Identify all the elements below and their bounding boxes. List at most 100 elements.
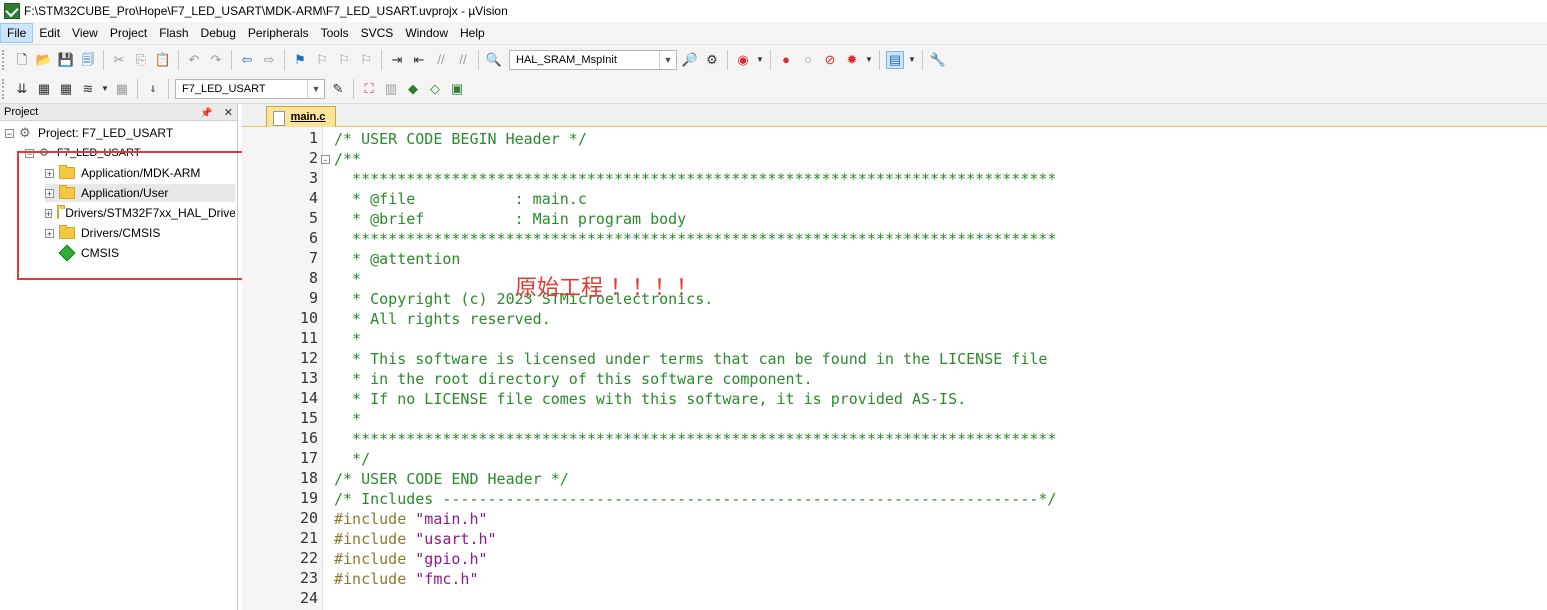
- save-all-icon[interactable]: 🗐: [79, 51, 97, 69]
- cut-icon[interactable]: ✂: [110, 51, 128, 69]
- code-line[interactable]: /* USER CODE END Header */: [334, 469, 569, 489]
- code-line[interactable]: #include "usart.h": [334, 529, 497, 549]
- debug-session-icon[interactable]: ◉: [734, 51, 752, 69]
- options-for-target-icon[interactable]: ✎: [329, 80, 347, 98]
- comment-text: /* USER CODE BEGIN Header */: [334, 130, 587, 148]
- stop-build-icon[interactable]: ▦: [113, 80, 131, 98]
- manage-project-items-icon[interactable]: ⛶: [360, 80, 378, 98]
- find-icon[interactable]: 🔎: [681, 51, 699, 69]
- menu-tools[interactable]: Tools: [315, 23, 355, 43]
- toolbar-grip[interactable]: [2, 78, 7, 99]
- uncomment-icon[interactable]: //: [454, 51, 472, 69]
- tab-main-c[interactable]: main.c: [266, 106, 336, 127]
- code-line[interactable]: * @file : main.c: [334, 189, 587, 209]
- build-icon[interactable]: ▦: [35, 80, 53, 98]
- menu-edit[interactable]: Edit: [33, 23, 66, 43]
- close-icon[interactable]: ✕: [224, 107, 233, 119]
- comment-icon[interactable]: //: [432, 51, 450, 69]
- save-icon[interactable]: 💾: [57, 51, 75, 69]
- menu-project[interactable]: Project: [104, 23, 153, 43]
- code-line[interactable]: * If no LICENSE file comes with this sof…: [334, 389, 966, 409]
- rebuild-icon[interactable]: ▦: [57, 80, 75, 98]
- batch-build-icon[interactable]: ≋: [79, 80, 97, 98]
- chevron-down-icon[interactable]: ▼: [659, 50, 676, 69]
- next-bookmark-icon[interactable]: ⚐: [335, 51, 353, 69]
- comment-text: /**: [334, 150, 362, 168]
- paste-icon[interactable]: 📋: [154, 51, 172, 69]
- prev-bookmark-icon[interactable]: ⚐: [313, 51, 331, 69]
- comment-text: /* Includes ----------------------------…: [334, 490, 1057, 508]
- manage-rte-icon[interactable]: ◆: [404, 80, 422, 98]
- code-editor[interactable]: 1 2 3 4 5 6 7 8 9 10 11 12 13 14 15 16 17 18 19 20 21 22 23 24 …: [242, 127, 1547, 610]
- copy-icon[interactable]: ⎘: [132, 51, 150, 69]
- menu-window[interactable]: Window: [399, 23, 454, 43]
- menu-help[interactable]: Help: [454, 23, 491, 43]
- pack-installer-icon[interactable]: ▣: [448, 80, 466, 98]
- function-combo[interactable]: HAL_SRAM_MspInit ▼: [509, 49, 677, 70]
- navigate-back-icon[interactable]: ⇦: [238, 51, 256, 69]
- redo-icon[interactable]: ↷: [207, 51, 225, 69]
- function-combo-value: HAL_SRAM_MspInit: [516, 53, 617, 66]
- indent-icon[interactable]: ⇥: [388, 51, 406, 69]
- chevron-down-icon[interactable]: ▼: [756, 51, 764, 69]
- line-number: 13: [299, 369, 318, 387]
- kill-breakpoints-icon[interactable]: ✹: [843, 51, 861, 69]
- collapse-icon[interactable]: −: [5, 128, 14, 138]
- insert-breakpoint-icon[interactable]: ●: [777, 51, 795, 69]
- menu-view[interactable]: View: [66, 23, 104, 43]
- menu-flash[interactable]: Flash: [153, 23, 194, 43]
- select-packs-icon[interactable]: ◇: [426, 80, 444, 98]
- fold-collapse-icon[interactable]: -: [321, 155, 330, 165]
- code-line[interactable]: /**: [334, 149, 361, 169]
- code-line[interactable]: /* USER CODE BEGIN Header */: [334, 129, 587, 149]
- toolbar-separator: [168, 78, 169, 99]
- translate-icon[interactable]: ⇊: [13, 80, 31, 98]
- unindent-icon[interactable]: ⇤: [410, 51, 428, 69]
- disable-breakpoints-icon[interactable]: ⊘: [821, 51, 839, 69]
- code-line[interactable]: *: [334, 269, 361, 289]
- clear-bookmarks-icon[interactable]: ⚐: [357, 51, 375, 69]
- toolbar-separator: [178, 49, 179, 70]
- chevron-down-icon[interactable]: ▼: [101, 80, 109, 98]
- code-line[interactable]: * in the root directory of this software…: [334, 369, 813, 389]
- menu-svcs[interactable]: SVCS: [355, 23, 400, 43]
- code-line[interactable]: ****************************************…: [334, 169, 1056, 189]
- code-line[interactable]: #include "fmc.h": [334, 569, 479, 589]
- toolbar-separator: [353, 78, 354, 99]
- undo-icon[interactable]: ↶: [185, 51, 203, 69]
- menu-peripherals[interactable]: Peripherals: [242, 23, 315, 43]
- toolbar-grip[interactable]: [2, 49, 7, 70]
- code-line[interactable]: ****************************************…: [334, 429, 1056, 449]
- code-line[interactable]: #include "gpio.h": [334, 549, 488, 569]
- code-line[interactable]: * @attention: [334, 249, 460, 269]
- window-layout-icon[interactable]: ▤: [886, 50, 904, 69]
- code-line[interactable]: *: [334, 329, 361, 349]
- open-folder-icon[interactable]: 📂: [35, 51, 53, 69]
- chevron-down-icon[interactable]: ▼: [307, 79, 324, 98]
- code-line[interactable]: /* Includes ----------------------------…: [334, 489, 1056, 509]
- target-combo[interactable]: F7_LED_USART ▼: [175, 78, 325, 99]
- incremental-find-icon[interactable]: ⚙: [703, 51, 721, 69]
- file-extensions-icon[interactable]: ▥: [382, 80, 400, 98]
- tree-root-project[interactable]: − ⚙ Project: F7_LED_USART: [5, 124, 173, 142]
- new-file-icon[interactable]: 🗋: [13, 51, 31, 69]
- code-line[interactable]: ****************************************…: [334, 229, 1056, 249]
- toolbar-separator: [770, 49, 771, 70]
- navigate-forward-icon[interactable]: ⇨: [260, 51, 278, 69]
- download-load-icon[interactable]: ⇓: [144, 80, 162, 98]
- configure-wrench-icon[interactable]: 🔧: [929, 51, 947, 69]
- chevron-down-icon[interactable]: ▼: [865, 51, 873, 69]
- find-in-files-icon[interactable]: 🔍: [485, 51, 503, 69]
- chevron-down-icon[interactable]: ▼: [908, 51, 916, 69]
- bookmark-icon[interactable]: ⚑: [291, 51, 309, 69]
- code-line[interactable]: *: [334, 409, 361, 429]
- code-line[interactable]: */: [334, 449, 370, 469]
- code-line[interactable]: * @brief : Main program body: [334, 209, 686, 229]
- menu-file[interactable]: File: [0, 23, 34, 43]
- code-line[interactable]: * All rights reserved.: [334, 309, 551, 329]
- pin-icon[interactable]: 📌: [200, 108, 212, 119]
- code-line[interactable]: * This software is licensed under terms …: [334, 349, 1047, 369]
- enable-breakpoint-icon[interactable]: ○: [799, 51, 817, 69]
- code-line[interactable]: #include "main.h": [334, 509, 488, 529]
- menu-debug[interactable]: Debug: [195, 23, 242, 43]
